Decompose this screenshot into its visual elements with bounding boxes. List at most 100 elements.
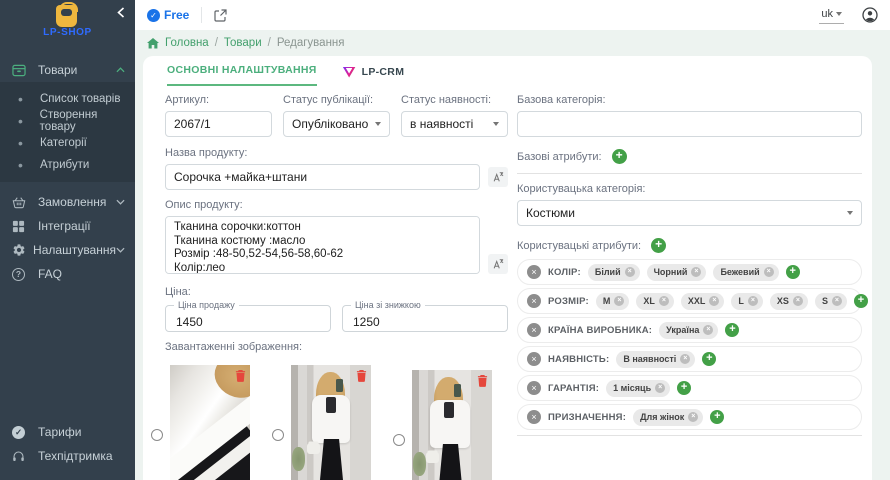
add-value-button[interactable]: + [702,352,716,366]
discount-price-field: Ціна зі знижкою [342,305,508,332]
main-image-radio[interactable] [151,429,163,441]
remove-value-icon[interactable]: × [748,296,758,306]
main-image-radio[interactable] [272,429,284,441]
add-value-button[interactable]: + [710,410,724,424]
remove-value-icon[interactable]: × [659,296,669,306]
description-textarea[interactable]: Тканина сорочки:коттон Тканина костюму :… [165,216,480,274]
product-image[interactable] [291,365,371,480]
stock-status-select[interactable]: в наявності [401,111,508,137]
remove-value-icon[interactable]: × [655,383,665,393]
stock-status-label: Статус наявності: [401,94,508,106]
caret-down-icon [836,12,842,16]
product-image[interactable] [412,370,492,480]
custom-attributes-list: × КОЛІР: Білий× Чорний× Бежевий× + × РОЗ… [517,259,862,430]
lp-crm-logo-icon [343,67,356,78]
divider [517,173,862,174]
base-attributes-label: Базові атрибути: [517,151,602,163]
tab-lp-crm[interactable]: LP-CRM [343,66,405,86]
price-label: Ціна: [165,286,508,298]
attribute-row-warranty: × ГАРАНТІЯ: 1 місяць× + [517,375,862,401]
tab-main-settings[interactable]: ОСНОВНІ НАЛАШТУВАННЯ [167,64,317,86]
breadcrumb: Головна / Товари / Редагування [135,30,890,56]
remove-value-icon[interactable]: × [691,267,701,277]
sidebar-item-attributes[interactable]: •Атрибути [0,154,135,176]
custom-category-select[interactable]: Костюми [517,200,862,226]
add-base-attribute-button[interactable]: + [612,149,627,164]
remove-value-icon[interactable]: × [793,296,803,306]
publish-status-select[interactable]: Опубліковано [283,111,390,137]
remove-attribute-icon[interactable]: × [527,410,541,424]
attribute-value-chip: Чорний× [647,264,707,281]
help-icon: ? [12,268,38,281]
caret-down-icon [847,211,853,215]
bullet-icon: • [18,135,40,151]
image-group [393,370,492,480]
delete-image-icon[interactable] [477,374,488,387]
sidebar-item-integrations[interactable]: Інтеграції [0,214,135,238]
attribute-value-chip: В наявності× [616,351,695,368]
image-group [151,360,250,480]
remove-value-icon[interactable]: × [764,267,774,277]
product-name-label: Назва продукту: [165,147,508,159]
bullet-icon: • [18,113,40,129]
language-selector[interactable]: uk [819,7,844,24]
remove-attribute-icon[interactable]: × [527,294,541,308]
plan-badge[interactable]: ✓ Free [147,8,189,22]
remove-value-icon[interactable]: × [832,296,842,306]
publish-status-label: Статус публікації: [283,94,390,106]
translate-icon[interactable] [488,254,508,274]
external-link-icon[interactable] [214,9,227,22]
breadcrumb-products[interactable]: Товари [224,37,262,49]
sidebar-item-products[interactable]: Товари [0,58,135,82]
sidebar-item-orders[interactable]: Замовлення [0,190,135,214]
sidebar-item-support[interactable]: Техпідтримка [0,444,135,468]
product-name-input[interactable] [165,164,480,190]
product-image[interactable] [170,365,250,480]
products-box-icon [12,64,38,77]
delete-image-icon[interactable] [235,369,246,382]
remove-value-icon[interactable]: × [680,354,690,364]
grid-icon [12,220,38,233]
add-value-button[interactable]: + [854,294,868,308]
delete-image-icon[interactable] [356,369,367,382]
sku-input[interactable] [165,111,272,137]
sidebar-item-categories[interactable]: •Категорії [0,132,135,154]
remove-value-icon[interactable]: × [625,267,635,277]
sidebar-collapse-button[interactable] [117,7,125,18]
base-category-label: Базова категорія: [517,94,862,106]
remove-value-icon[interactable]: × [688,412,698,422]
verified-check-icon: ✓ [147,9,160,22]
attribute-row-purpose: × ПРИЗНАЧЕННЯ: Для жінок× + [517,404,862,430]
attribute-value-chip: Бежевий× [713,264,778,281]
sidebar-item-label: FAQ [38,267,125,281]
account-avatar-icon[interactable] [862,7,878,23]
chevron-down-icon [116,247,125,253]
add-value-button[interactable]: + [677,381,691,395]
translate-icon[interactable] [488,167,508,187]
remove-attribute-icon[interactable]: × [527,265,541,279]
remove-attribute-icon[interactable]: × [527,323,541,337]
headset-icon [12,450,38,463]
add-value-button[interactable]: + [786,265,800,279]
caret-down-icon [375,122,381,126]
app-logo-text: LP-SHOP [0,27,135,38]
remove-value-icon[interactable]: × [703,325,713,335]
breadcrumb-home[interactable]: Головна [165,37,209,49]
base-category-input[interactable] [517,111,862,137]
add-custom-attribute-button[interactable]: + [651,238,666,253]
language-value: uk [821,8,833,20]
sidebar-item-faq[interactable]: ? FAQ [0,262,135,286]
remove-attribute-icon[interactable]: × [527,381,541,395]
remove-value-icon[interactable]: × [614,296,624,306]
attribute-value-chip: 1 місяць× [606,380,670,397]
main-image-radio[interactable] [393,434,405,446]
add-value-button[interactable]: + [725,323,739,337]
sidebar-item-settings[interactable]: Налаштування [0,238,135,262]
remove-attribute-icon[interactable]: × [527,352,541,366]
remove-value-icon[interactable]: × [709,296,719,306]
sidebar-subitem-label: Категорії [40,137,87,149]
sku-label: Артикул: [165,94,272,106]
sidebar-item-product-create[interactable]: •Створення товару [0,110,135,132]
sidebar-item-product-list[interactable]: •Список товарів [0,88,135,110]
sidebar-item-tariffs[interactable]: ✓ Тарифи [0,420,135,444]
